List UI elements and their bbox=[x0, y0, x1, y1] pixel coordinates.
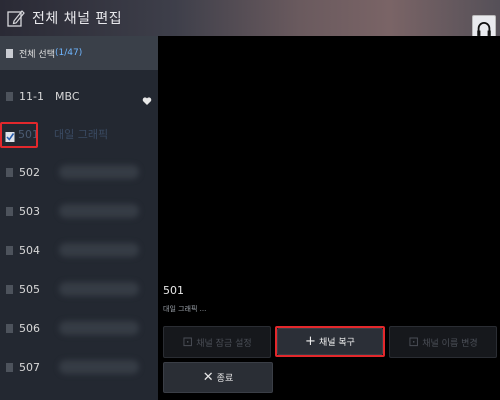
channel-row[interactable]: 504 bbox=[0, 231, 158, 269]
checkbox-icon[interactable] bbox=[6, 362, 13, 372]
channel-rename-label: 채널 이름 변경 bbox=[422, 338, 478, 349]
title-bar: 전체 채널 편집 bbox=[0, 0, 500, 36]
channel-name-obscured bbox=[59, 282, 139, 296]
channel-row[interactable]: 11-1 MBC bbox=[0, 77, 158, 115]
checkbox-icon[interactable] bbox=[6, 245, 13, 255]
plus-icon: + bbox=[305, 334, 316, 349]
close-icon: ✕ bbox=[202, 370, 214, 385]
channel-number: 505 bbox=[19, 282, 40, 296]
channel-row[interactable]: 507 bbox=[0, 348, 158, 386]
channel-name-obscured bbox=[59, 165, 139, 179]
channel-name-obscured bbox=[59, 360, 139, 374]
channel-row[interactable]: 505 bbox=[0, 270, 158, 308]
channel-number: 502 bbox=[19, 165, 40, 179]
channel-number: 507 bbox=[19, 360, 40, 374]
checkbox-icon[interactable] bbox=[6, 206, 13, 216]
channel-name: 대일 그래픽 bbox=[54, 128, 109, 141]
checkbox-icon[interactable] bbox=[6, 323, 13, 333]
channel-row[interactable]: 502 bbox=[0, 153, 158, 191]
channel-number: 11-1 bbox=[19, 89, 44, 103]
checkbox-icon[interactable] bbox=[6, 91, 13, 101]
channel-rename-button[interactable]: ⊡ 채널 이름 변경 bbox=[389, 326, 497, 358]
selected-count: (1/47) bbox=[54, 48, 83, 58]
checkbox-icon[interactable] bbox=[6, 284, 13, 294]
channel-lock-label: 채널 잠금 설정 bbox=[196, 338, 252, 349]
channel-name-obscured bbox=[59, 204, 139, 218]
channel-restore-button[interactable]: + 채널 복구 bbox=[277, 328, 383, 355]
rename-icon: ⊡ bbox=[408, 334, 420, 350]
channel-row[interactable]: 503 bbox=[0, 192, 158, 230]
channel-number: 503 bbox=[19, 204, 40, 218]
page-title: 전체 채널 편집 bbox=[32, 11, 123, 27]
close-button[interactable]: ✕ 종료 bbox=[163, 362, 273, 393]
edit-icon bbox=[6, 8, 26, 28]
close-label: 종료 bbox=[216, 374, 234, 384]
channel-restore-label: 채널 복구 bbox=[318, 338, 355, 348]
channel-name-obscured bbox=[59, 243, 139, 257]
checkbox-icon bbox=[6, 48, 13, 58]
channel-name-obscured bbox=[59, 321, 139, 335]
channel-row[interactable]: 506 bbox=[0, 309, 158, 347]
channel-row-selected[interactable]: 501 대일 그래픽 bbox=[0, 115, 158, 153]
channel-list: 전체 선택 (1/47) 11-1 MBC 501 대일 그래픽 502 503… bbox=[0, 36, 158, 400]
preview-channel-number: 501 bbox=[163, 284, 184, 297]
select-all-checkbox[interactable]: 전체 선택 (1/47) bbox=[0, 36, 158, 70]
checkbox-icon[interactable] bbox=[6, 167, 13, 177]
channel-number: 506 bbox=[19, 321, 40, 335]
select-all-label: 전체 선택 bbox=[19, 49, 55, 60]
favorite-heart-icon bbox=[142, 91, 152, 105]
preview-channel-name: 대일 그래픽 ... bbox=[163, 305, 207, 313]
channel-lock-button[interactable]: ⊡ 채널 잠금 설정 bbox=[163, 326, 271, 358]
channel-name: MBC bbox=[55, 89, 80, 103]
checkmark-icon[interactable] bbox=[5, 128, 15, 142]
lock-icon: ⊡ bbox=[182, 334, 194, 350]
channel-number: 504 bbox=[19, 243, 40, 257]
channel-preview bbox=[160, 36, 500, 316]
